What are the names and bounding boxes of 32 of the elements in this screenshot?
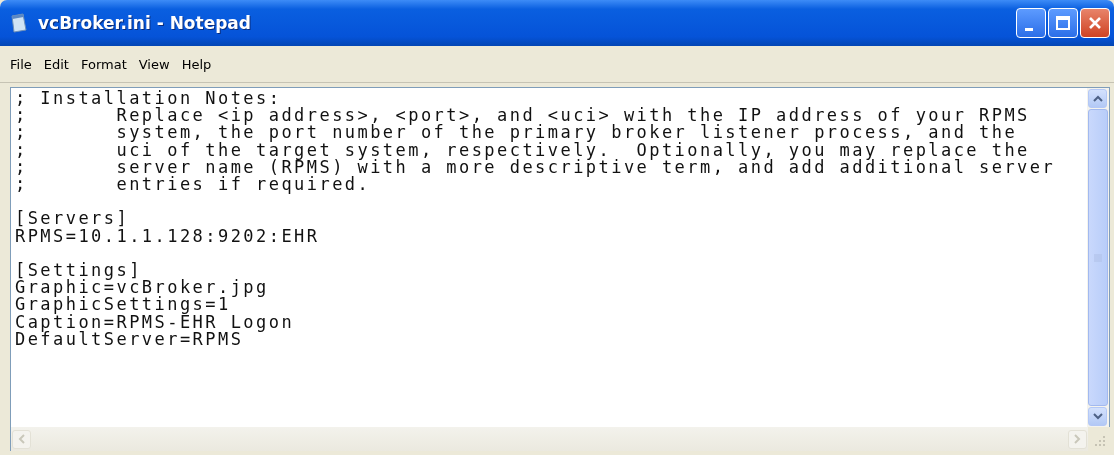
text-line: ; uci of the target system, respectively. Optionally, you may replace the <box>15 141 1030 159</box>
close-icon <box>1088 16 1102 30</box>
close-button[interactable] <box>1080 8 1110 38</box>
menu-item[interactable]: Format <box>74 56 133 72</box>
vertical-scrollbar[interactable] <box>1087 88 1109 427</box>
text-line: GraphicSettings=1 <box>15 296 231 314</box>
chevron-left-icon <box>18 434 25 444</box>
scroll-down-button[interactable] <box>1088 407 1107 426</box>
scroll-thumb[interactable] <box>1088 109 1108 406</box>
window-title: vcBroker.ini - Notepad <box>38 13 252 33</box>
text-line: ; Replace <ip address>, <port>, and <uci> with the IP address of your RPMS <box>15 107 1030 125</box>
resize-grip-icon[interactable] <box>1094 435 1106 447</box>
text-line: RPMS=10.1.1.128:9202:EHR <box>15 227 320 245</box>
chevron-up-icon <box>1092 95 1103 102</box>
text-line: ; entries if required. <box>15 176 371 194</box>
chevron-down-icon <box>1092 413 1103 420</box>
text-line: Graphic=vcBroker.jpg <box>15 279 269 297</box>
text-line: ; system, the port number of the primary broker listener process, and the <box>15 124 1018 142</box>
text-line: ; Installation Notes: <box>15 90 282 108</box>
text-line: [Settings] <box>15 262 142 280</box>
menu-item[interactable]: Help <box>175 56 218 72</box>
maximize-icon <box>1056 16 1070 30</box>
chevron-right-icon <box>1074 434 1081 444</box>
scroll-up-button[interactable] <box>1088 89 1107 108</box>
menu-item[interactable]: File <box>4 56 38 72</box>
notepad-icon <box>10 13 28 33</box>
menu-item[interactable]: Edit <box>37 56 75 72</box>
menu-item[interactable]: View <box>132 56 176 72</box>
text-line: [Servers] <box>15 210 130 228</box>
minimize-icon <box>1025 27 1033 31</box>
maximize-button[interactable] <box>1048 8 1078 38</box>
minimize-button[interactable] <box>1016 8 1046 38</box>
